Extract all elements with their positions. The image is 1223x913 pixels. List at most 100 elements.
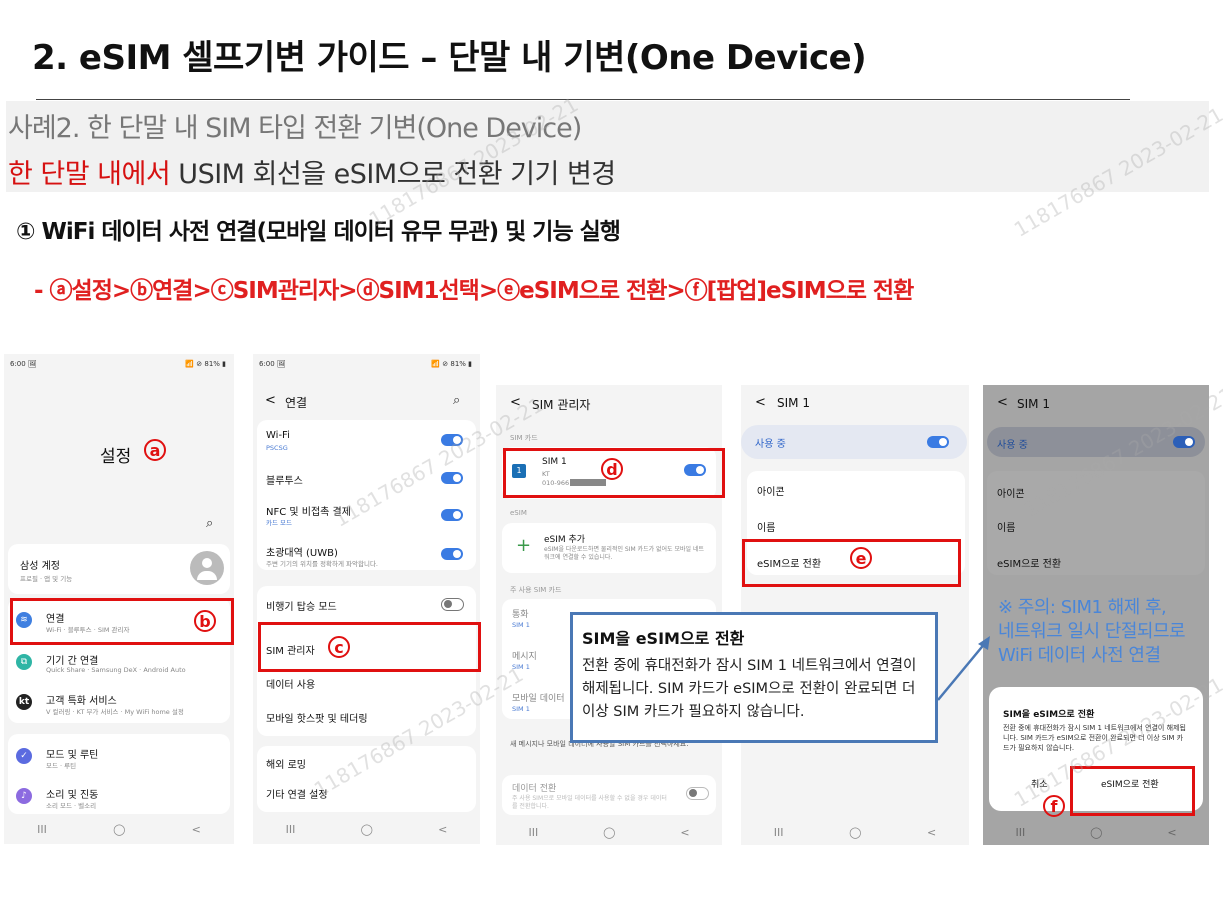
mobile-data-sim: SIM 1 — [512, 705, 530, 713]
recent-apps-button[interactable]: III — [37, 823, 47, 836]
settings-group-2: ✓ 모드 및 루틴 모드 · 루틴 ♪ 소리 및 진동 소리 모드 · 벨소리 — [8, 734, 230, 814]
kt-icon: kt — [16, 694, 32, 710]
caution-line-1: ※ 주의: SIM1 해제 후, — [998, 597, 1167, 618]
nfc-label[interactable]: NFC 및 비접촉 결제 — [266, 503, 351, 518]
avatar[interactable] — [190, 551, 224, 585]
nav-bar: III ◯ < — [983, 826, 1209, 839]
message-sim: SIM 1 — [512, 663, 530, 671]
name-label[interactable]: 이름 — [757, 519, 775, 534]
settings-item-label: 기기 간 연결 — [46, 656, 99, 667]
icon-label[interactable]: 아이콘 — [997, 485, 1025, 500]
back-arrow-icon[interactable]: < — [510, 395, 521, 410]
account-subtitle: 프로필 · 앱 및 기능 — [20, 575, 73, 583]
step-heading: ① WiFi 데이터 사전 연결(모바일 데이터 유무 무관) 및 기능 실행 — [16, 219, 621, 245]
callout-box: SIM을 eSIM으로 전환 전환 중에 휴대전화가 잠시 SIM 1 네트워크… — [570, 612, 938, 743]
settings-item-label: 소리 및 진동 — [46, 790, 99, 801]
home-button[interactable]: ◯ — [603, 826, 615, 839]
message-label[interactable]: 메시지 — [512, 649, 537, 662]
home-button[interactable]: ◯ — [361, 823, 373, 836]
more-connections-label[interactable]: 기타 연결 설정 — [266, 786, 328, 801]
data-usage-label[interactable]: 데이터 사용 — [266, 676, 315, 691]
nav-bar: III ◯ < — [253, 823, 480, 836]
caution-line-3: WiFi 데이터 사전 연결 — [998, 645, 1161, 666]
in-use-row[interactable]: 사용 중 — [741, 425, 967, 459]
back-button[interactable]: < — [927, 826, 936, 839]
bluetooth-label[interactable]: 블루투스 — [266, 472, 303, 487]
caution-line-2: 네트워크 일시 단절되므로 — [998, 621, 1186, 642]
callout-body: 전환 중에 휴대전화가 잠시 SIM 1 네트워크에서 연결이 해제됩니다. S… — [582, 658, 917, 720]
icon-label[interactable]: 아이콘 — [757, 483, 785, 498]
page-title: 2. eSIM 셀프기변 가이드 – 단말 내 기변(One Device) — [32, 38, 867, 78]
case-subtitle: 한 단말 내에서 USIM 회선을 eSIM으로 전환 기기 변경 — [8, 152, 616, 191]
roaming-label[interactable]: 해외 로밍 — [266, 756, 306, 771]
in-use-label: 사용 중 — [755, 439, 786, 450]
back-button[interactable]: < — [438, 823, 447, 836]
back-arrow-icon[interactable]: < — [755, 395, 766, 410]
wifi-label[interactable]: Wi-Fi — [266, 430, 290, 441]
data-switch-toggle[interactable] — [686, 787, 709, 800]
back-button[interactable]: < — [680, 826, 689, 839]
back-button[interactable]: < — [1167, 826, 1176, 839]
avatar-head-icon — [202, 558, 212, 568]
recent-apps-button[interactable]: III — [1015, 826, 1025, 839]
airplane-mode-toggle[interactable] — [441, 598, 464, 611]
settings-item-sound[interactable]: ♪ 소리 및 진동 소리 모드 · 벨소리 — [8, 778, 230, 814]
settings-item-device-connection[interactable]: ⧉ 기기 간 연결 Quick Share · Samsung DeX · An… — [8, 644, 230, 680]
case-subtitle-rest: USIM 회선을 eSIM으로 전환 기기 변경 — [170, 159, 616, 190]
back-button[interactable]: < — [192, 823, 201, 836]
search-icon[interactable]: ⌕ — [206, 516, 213, 531]
status-time: 6:00 🖼 — [10, 360, 37, 368]
uwb-sub: 주변 기기의 위치를 정확하게 파악합니다. — [266, 560, 378, 568]
settings-item-kt-services[interactable]: kt 고객 특화 서비스 V 컬러링 · KT 부가 서비스 · My WiFi… — [8, 684, 230, 720]
connections-header: 연결 — [285, 396, 308, 410]
convert-esim-label[interactable]: eSIM으로 전환 — [997, 555, 1061, 570]
uwb-toggle[interactable] — [441, 548, 463, 560]
home-button[interactable]: ◯ — [113, 823, 125, 836]
nfc-toggle[interactable] — [441, 509, 463, 521]
add-esim-label: eSIM 추가 — [544, 535, 586, 545]
home-button[interactable]: ◯ — [1090, 826, 1102, 839]
nav-bar: III ◯ < — [741, 826, 969, 839]
sound-icon: ♪ — [16, 788, 32, 804]
mobile-data-label[interactable]: 모바일 데이터 — [512, 691, 565, 704]
in-use-row[interactable]: 사용 중 — [987, 427, 1205, 457]
status-icons: 📶 ⊘ 81% ▮ — [185, 360, 226, 368]
settings-item-modes[interactable]: ✓ 모드 및 루틴 모드 · 루틴 — [8, 738, 230, 774]
uwb-label[interactable]: 초광대역 (UWB) — [266, 544, 338, 559]
recent-apps-button[interactable]: III — [528, 826, 538, 839]
data-switch-label[interactable]: 데이터 전환 — [512, 781, 556, 794]
name-label[interactable]: 이름 — [997, 519, 1015, 534]
navigation-path: - ⓐ설정>ⓑ연결>ⓒSIM관리자>ⓓSIM1선택>ⓔeSIM으로 전환>ⓕ[팝… — [34, 278, 914, 304]
nav-bar: III ◯ < — [4, 823, 234, 836]
case-subtitle-highlight: 한 단말 내에서 — [8, 159, 171, 190]
hotspot-label[interactable]: 모바일 핫스팟 및 테더링 — [266, 710, 368, 725]
recent-apps-button[interactable]: III — [286, 823, 296, 836]
samsung-account-card[interactable]: 삼성 계정 프로필 · 앱 및 기능 — [8, 544, 230, 594]
in-use-toggle[interactable] — [927, 436, 949, 448]
airplane-mode-label[interactable]: 비행기 탑승 모드 — [266, 598, 337, 613]
sim1-header: SIM 1 — [1017, 397, 1050, 411]
marker-b: b — [194, 610, 216, 632]
screen-connections: 6:00 🖼 📶 ⊘ 81% ▮ < 연결 ⌕ Wi-Fi PSCSG 블루투스… — [253, 354, 480, 844]
call-label[interactable]: 통화 — [512, 607, 529, 620]
nfc-sub: 카드 모드 — [266, 519, 292, 527]
data-switch-card: 데이터 전환 주 사용 SIM으로 모바일 데이터를 사용할 수 없을 경우 데… — [502, 775, 716, 815]
add-esim-card[interactable]: + eSIM 추가 eSIM을 다운로드하면 물리적인 SIM 카드가 없어도 … — [502, 523, 716, 573]
sim1-header: SIM 1 — [777, 396, 810, 410]
status-time: 6:00 🖼 — [259, 360, 286, 368]
search-icon[interactable]: ⌕ — [453, 393, 460, 408]
back-arrow-icon[interactable]: < — [265, 393, 276, 408]
recent-apps-button[interactable]: III — [774, 826, 784, 839]
in-use-toggle[interactable] — [1173, 436, 1195, 448]
marker-a: a — [144, 439, 166, 461]
callout-arrow-line — [937, 641, 987, 701]
connections-group-3: 해외 로밍 기타 연결 설정 — [257, 746, 476, 812]
connections-group-1: Wi-Fi PSCSG 블루투스 NFC 및 비접촉 결제 카드 모드 초광대역… — [257, 420, 476, 570]
back-arrow-icon[interactable]: < — [997, 395, 1008, 410]
wifi-toggle[interactable] — [441, 434, 463, 446]
dialog-cancel-button[interactable]: 취소 — [1031, 777, 1048, 790]
home-button[interactable]: ◯ — [849, 826, 861, 839]
status-icons: 📶 ⊘ 81% ▮ — [431, 360, 472, 368]
bluetooth-toggle[interactable] — [441, 472, 463, 484]
sim-cards-section: SIM 카드 — [510, 434, 538, 442]
